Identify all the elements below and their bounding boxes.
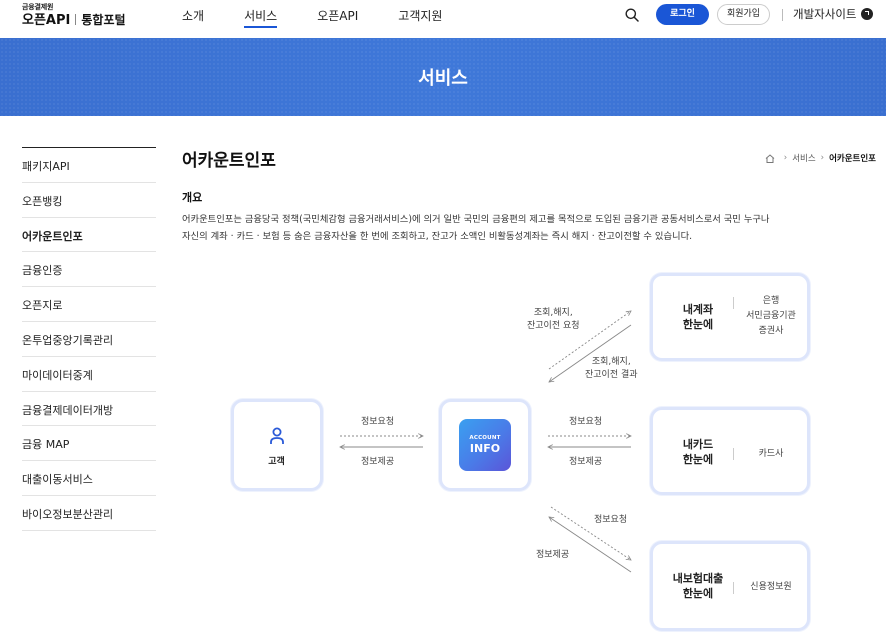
card-title-line-1: 내카드 — [682, 438, 714, 451]
member-card-company: 카드사 — [758, 449, 784, 459]
flow-bank-request-label: 조회,해지, 잔고이전 요청 — [527, 307, 580, 333]
sidebar-item-finance-map[interactable]: 금융 MAP — [22, 426, 156, 462]
breadcrumb-current: 어카운트인포 — [829, 154, 876, 164]
card-members: 카드사 — [735, 447, 807, 462]
breadcrumb: › 서비스 › 어카운트인포 — [765, 152, 876, 164]
sidebar-item-open-giro[interactable]: 오픈지로 — [22, 287, 156, 322]
card-divider — [733, 448, 734, 460]
join-button[interactable]: 회원가입 — [717, 4, 770, 25]
insure-divider — [733, 582, 734, 594]
sidebar-menu: 패키지API 오픈뱅킹 어카운트인포 금융인증 오픈지로 온투업중앙기록관리 마… — [22, 147, 156, 531]
sidebar-item-payment-data[interactable]: 금융결제데이터개방 — [22, 392, 156, 427]
bank-title-line-2: 한눈에 — [682, 318, 714, 331]
sidebar-item-account-info[interactable]: 어카운트인포 — [22, 218, 156, 253]
bank-title: 내계좌 한눈에 — [653, 302, 743, 332]
flow-bank-request-line-1: 조회,해지, — [533, 308, 573, 318]
bank-members: 은행 서민금융기관 증권사 — [735, 294, 807, 339]
flow-customer-provide-label: 정보제공 — [361, 457, 395, 467]
insure-title: 내보험대출 한눈에 — [653, 571, 743, 601]
account-info-box: ACCOUNT INFO — [439, 399, 531, 491]
sidebar-item-open-banking[interactable]: 오픈뱅킹 — [22, 183, 156, 218]
flow-insure-request-label: 정보요청 — [594, 515, 628, 525]
nav-intro[interactable]: 소개 — [182, 0, 204, 28]
page-title: 어카운트인포 — [182, 151, 276, 171]
nav-support[interactable]: 고객지원 — [398, 0, 442, 28]
customer-label: 고객 — [268, 457, 285, 467]
bank-divider — [733, 297, 734, 309]
card-group-box: 내카드 한눈에 카드사 — [650, 407, 810, 495]
nav-service[interactable]: 서비스 — [244, 0, 278, 28]
header-divider — [782, 9, 783, 21]
flow-customer-request-label: 정보요청 — [361, 417, 395, 427]
overview-description: 어카운트인포는 금융당국 정책(국민체감형 금융거래서비스)에 의거 일반 국민… — [182, 211, 822, 245]
page-banner: 서비스 — [0, 38, 886, 116]
flow-card-provide-label: 정보제공 — [569, 457, 603, 467]
flow-card-request-label: 정보요청 — [569, 417, 603, 427]
flow-bank-request-line-2: 잔고이전 요청 — [527, 321, 580, 331]
search-icon[interactable] — [625, 8, 639, 22]
sidebar-item-loan-transfer[interactable]: 대출이동서비스 — [22, 461, 156, 496]
member-microfinance: 서민금융기관 — [746, 311, 796, 321]
insure-title-line-2: 한눈에 — [682, 587, 714, 600]
developer-site-link[interactable]: 개발자사이트 — [793, 6, 856, 22]
account-info-logo: ACCOUNT INFO — [459, 419, 511, 471]
insure-title-line-1: 내보험대출 — [672, 572, 724, 585]
logo-org-name: 금융결제원 — [22, 3, 54, 11]
chevron-right-icon: › — [820, 153, 825, 163]
flow-bank-result-label: 조회,해지, 잔고이전 결과 — [585, 356, 638, 382]
account-logo-bottom: INFO — [469, 442, 501, 455]
member-credit-info: 신용정보원 — [750, 582, 792, 592]
sidebar-item-bio-info[interactable]: 바이오정보분산관리 — [22, 496, 156, 531]
member-securities: 증권사 — [758, 326, 784, 336]
flow-bank-result-line-1: 조회,해지, — [591, 357, 631, 367]
logo-main-text: 오픈API — [22, 13, 71, 28]
sidebar-item-financial-cert[interactable]: 금융인증 — [22, 252, 156, 288]
main-nav: 소개 서비스 오픈API 고객지원 — [182, 0, 482, 38]
logo-sub-text: 통합포털 — [81, 13, 126, 27]
description-line-1: 어카운트인포는 금융당국 정책(국민체감형 금융거래서비스)에 의거 일반 국민… — [182, 214, 770, 225]
bank-group-box: 내계좌 한눈에 은행 서민금융기관 증권사 — [650, 273, 810, 361]
card-title: 내카드 한눈에 — [653, 437, 743, 467]
login-button[interactable]: 로그인 — [656, 4, 709, 25]
flow-bank-result-line-2: 잔고이전 결과 — [585, 370, 638, 380]
sidebar-item-mydata-relay[interactable]: 마이데이터중계 — [22, 357, 156, 392]
account-logo-top: ACCOUNT — [469, 435, 501, 441]
external-link-icon[interactable] — [861, 8, 873, 20]
logo-title: 오픈API 통합포털 — [22, 11, 126, 30]
member-bank: 은행 — [762, 296, 780, 306]
breadcrumb-service[interactable]: 서비스 — [792, 152, 815, 164]
header: 금융결제원 오픈API 통합포털 소개 서비스 오픈API 고객지원 로그인 회원… — [0, 0, 886, 38]
banner-title: 서비스 — [418, 68, 468, 89]
card-title-line-2: 한눈에 — [682, 453, 714, 466]
flow-insure-provide-label: 정보제공 — [536, 550, 570, 560]
customer-box: 고객 — [231, 399, 323, 491]
bank-title-line-1: 내계좌 — [682, 303, 714, 316]
sidebar-item-package-api[interactable]: 패키지API — [22, 148, 156, 183]
nav-open-api[interactable]: 오픈API — [317, 0, 358, 28]
person-icon — [270, 427, 284, 444]
insure-members: 신용정보원 — [735, 580, 807, 595]
home-icon[interactable] — [765, 153, 775, 163]
chevron-right-icon: › — [783, 153, 788, 163]
logo-divider — [75, 14, 77, 25]
section-title-overview: 개요 — [182, 191, 203, 204]
sidebar-item-p2p-record[interactable]: 온투업중앙기록관리 — [22, 322, 156, 357]
logo[interactable]: 금융결제원 오픈API 통합포털 — [22, 3, 126, 30]
insurance-loan-group-box: 내보험대출 한눈에 신용정보원 — [650, 541, 810, 631]
description-line-2: 자신의 계좌 · 카드 · 보험 등 숨은 금융자산을 한 번에 조회하고, 잔… — [182, 231, 693, 242]
